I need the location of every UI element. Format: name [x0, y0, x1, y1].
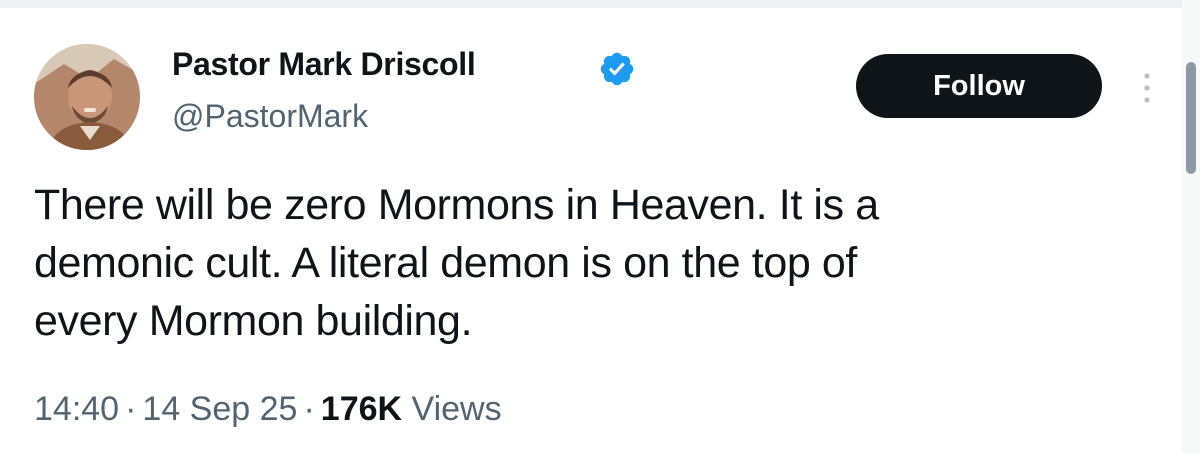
tweet-text: There will be zero Mormons in Heaven. It… — [34, 176, 1134, 350]
views-label[interactable]: Views — [412, 390, 502, 428]
tweet-time[interactable]: 14:40 — [34, 390, 119, 428]
meta-separator: · — [303, 390, 315, 428]
views-count[interactable]: 176K — [321, 390, 402, 428]
meta-separator: · — [125, 390, 137, 428]
verified-badge-icon — [598, 50, 636, 88]
more-options-icon[interactable] — [1134, 68, 1160, 108]
avatar[interactable] — [34, 44, 140, 150]
tweet-date[interactable]: 14 Sep 25 — [142, 390, 297, 428]
tweet-line: demonic cult. A literal demon is on the … — [34, 239, 857, 287]
tweet-line: every Mormon building. — [34, 297, 473, 345]
top-divider — [0, 0, 1200, 8]
tweet-meta: 14:40 · 14 Sep 25 · 176K Views — [34, 390, 502, 429]
follow-button[interactable]: Follow — [856, 54, 1102, 118]
author-handle[interactable]: @PastorMark — [172, 98, 368, 135]
author-display-name[interactable]: Pastor Mark Driscoll — [172, 46, 476, 83]
scrollbar-thumb[interactable] — [1186, 62, 1196, 174]
avatar-image — [34, 44, 140, 150]
tweet-line: There will be zero Mormons in Heaven. It… — [34, 181, 879, 229]
